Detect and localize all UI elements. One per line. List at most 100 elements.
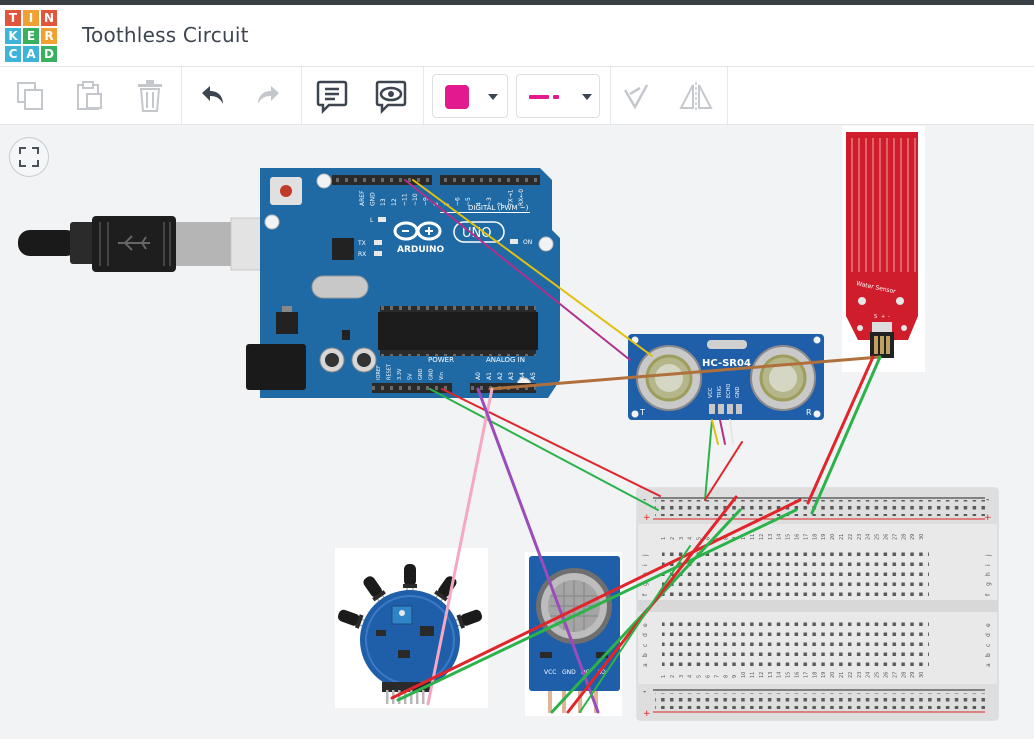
- breadboard-column-number: 12: [759, 534, 765, 540]
- analog-pin-label: A3: [508, 372, 515, 380]
- breadboard-column-number: 16: [795, 672, 801, 678]
- copy-icon: [17, 82, 43, 110]
- breadboard-row-letter: h: [985, 572, 992, 576]
- ultrasonic-pin-label: VCC: [708, 387, 714, 398]
- breadboard-column-number: 19: [821, 672, 827, 678]
- breadboard-column-number: 24: [866, 672, 872, 678]
- digital-header-right: [440, 175, 540, 185]
- flame-sensor-pin[interactable]: [398, 690, 401, 704]
- analog-in-label: ANALOG IN: [486, 356, 525, 364]
- power-pin-label: IOREF: [376, 365, 382, 380]
- ultrasonic-pin[interactable]: [727, 404, 733, 414]
- breadboard-row-letter: d: [985, 633, 992, 637]
- rail-minus-top-right: -: [986, 495, 989, 505]
- logo-tile: N: [41, 10, 57, 26]
- undo-icon: [202, 86, 223, 104]
- paste-icon: [77, 81, 102, 110]
- breadboard-column-number: 29: [910, 534, 916, 540]
- breadboard-column-number: 28: [901, 672, 907, 678]
- digital-pin-label: 12: [391, 198, 398, 206]
- breadboard-column-number: 24: [866, 534, 872, 540]
- digital-pin-label: ~6: [454, 197, 461, 206]
- ultrasonic-pin-label: ECHO: [726, 384, 732, 398]
- logo-tile: T: [5, 10, 21, 26]
- atmega-chip: [378, 312, 538, 350]
- ultrasonic-pin[interactable]: [709, 404, 715, 414]
- breadboard-column-number: 6: [706, 675, 712, 678]
- usb-cable-wire: [18, 230, 78, 256]
- ultrasonic-pin[interactable]: [718, 404, 724, 414]
- trash-icon: [138, 80, 162, 112]
- gas-pin-vcc-label: VCC: [544, 669, 556, 676]
- logo-tile: D: [41, 46, 57, 62]
- note-button[interactable]: [312, 77, 352, 115]
- breadboard-column-number: 13: [768, 672, 774, 678]
- breadboard-column-number: 17: [803, 534, 809, 540]
- power-pin-label: 5V: [408, 373, 414, 380]
- bottom-power-rail[interactable]: [655, 693, 985, 709]
- breadboard-column-number: 28: [901, 534, 907, 540]
- flip-button[interactable]: [676, 77, 716, 115]
- usb-cable[interactable]: [18, 216, 302, 272]
- terminal-strip-bottom[interactable]: [662, 618, 929, 668]
- breadboard-row-letter: g: [985, 582, 992, 586]
- receiver-mark: R: [806, 408, 812, 417]
- breadboard[interactable]: - + - + - + 1122334455667788991010111112…: [636, 487, 999, 721]
- undo-button[interactable]: [191, 77, 231, 115]
- power-pin-label: 3.3V: [397, 368, 403, 380]
- rail-plus-bottom-left: +: [643, 709, 651, 719]
- digital-pin-label: ~10: [412, 193, 419, 206]
- breadboard-column-number: 2: [670, 537, 676, 540]
- align-icon: [623, 84, 649, 110]
- arduino-uno-board[interactable]: AREF GND 13 12 ~11 ~10 ~9 8 7 ~6 ~5 4 ~3 2 TX→1 RX←0 DI…: [246, 168, 560, 398]
- app-header: TIN KER CAD Toothless Circuit: [0, 5, 1034, 67]
- led-rx-label: RX: [358, 251, 366, 258]
- ultrasonic-sensor-hc-sr04[interactable]: HC-SR04 T R VCC TRIG ECHO GND: [628, 334, 824, 420]
- copy-button[interactable]: [10, 77, 50, 115]
- breadboard-column-number: 4: [688, 537, 694, 540]
- notes-visibility-button[interactable]: [371, 77, 411, 115]
- color-picker[interactable]: [432, 74, 508, 118]
- analog-pin-label: A2: [497, 372, 504, 380]
- logo-tile: R: [41, 28, 57, 44]
- note-icon: [316, 80, 348, 114]
- line-style-picker[interactable]: [516, 74, 600, 118]
- ultrasonic-pin[interactable]: [736, 404, 742, 414]
- delete-button[interactable]: [130, 77, 170, 115]
- toolbar-separator: [610, 67, 611, 125]
- wire-green-gnd[interactable]: [429, 388, 659, 511]
- flame-sensor-pin[interactable]: [422, 690, 425, 704]
- flip-icon: [679, 82, 713, 111]
- line-style-icon: [529, 95, 559, 99]
- water-level-sensor[interactable]: Water Sensor S + -: [842, 126, 925, 372]
- gas-pin-gnd-label: GND: [562, 669, 576, 676]
- redo-button[interactable]: [250, 77, 290, 115]
- breadboard-column-number: 23: [857, 672, 863, 678]
- flame-sensor-pin[interactable]: [386, 690, 389, 704]
- breadboard-column-number: 29: [910, 672, 916, 678]
- breadboard-column-number: 13: [768, 534, 774, 540]
- digital-pin-label: 13: [380, 198, 387, 206]
- digital-pin-label: ~11: [401, 193, 408, 206]
- breadboard-column-number: 9: [732, 675, 738, 678]
- design-title[interactable]: Toothless Circuit: [82, 23, 249, 47]
- breadboard-row-letter: a: [985, 663, 992, 667]
- align-button[interactable]: [616, 77, 656, 115]
- logo-tile: A: [23, 46, 39, 62]
- breadboard-column-number: 21: [839, 534, 845, 540]
- breadboard-row-letter: d: [642, 633, 649, 637]
- breadboard-column-number: 14: [777, 534, 783, 540]
- flame-sensor-module[interactable]: [335, 548, 488, 708]
- breadboard-column-number: 10: [741, 672, 747, 678]
- crystal: [311, 275, 369, 299]
- breadboard-column-number: 20: [830, 672, 836, 678]
- logo-tile: C: [5, 46, 21, 62]
- paste-button[interactable]: [69, 77, 109, 115]
- breadboard-column-number: 11: [750, 672, 756, 678]
- top-power-rail[interactable]: [655, 500, 985, 516]
- rail-plus-top-right: +: [984, 513, 992, 523]
- breadboard-column-number: 30: [919, 534, 925, 540]
- power-pin-label: GND: [418, 368, 424, 380]
- tinkercad-logo[interactable]: TIN KER CAD: [5, 10, 57, 62]
- analog-pin-label: A0: [475, 372, 482, 380]
